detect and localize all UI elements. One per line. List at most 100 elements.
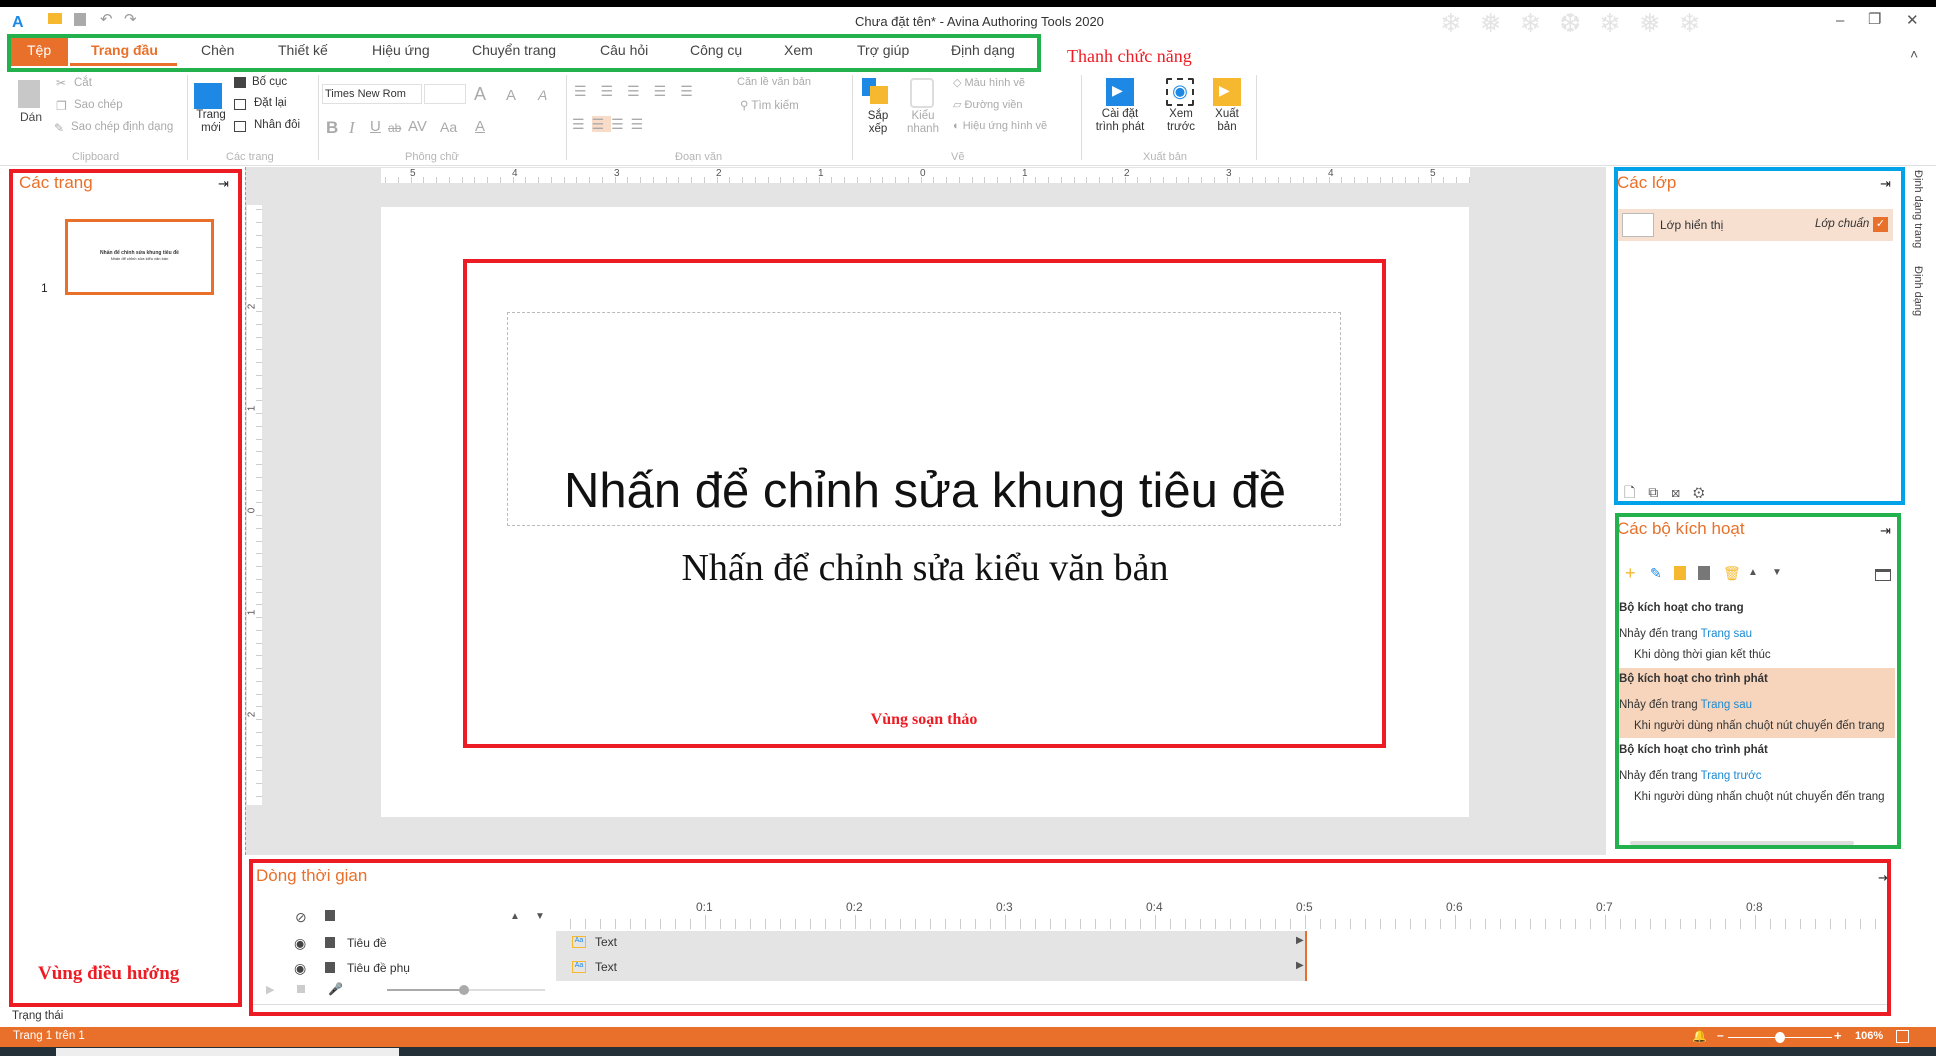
zoom-out-button[interactable]: – (1717, 1028, 1724, 1042)
ruler-tick (499, 177, 501, 183)
ribbon-annotation-label: Thanh chức năng (1067, 46, 1192, 66)
bold-button[interactable]: B (326, 118, 338, 138)
pages-group-label: Các trang (226, 151, 274, 163)
reset-button[interactable]: Đặt lại (254, 97, 287, 109)
minimize-button[interactable]: – (1836, 12, 1844, 29)
copy-button[interactable]: Sao chép (74, 99, 123, 111)
player-settings-button[interactable]: Cài đặt trình phát (1094, 108, 1146, 134)
paste-button[interactable]: Dán (20, 110, 42, 124)
quick-styles-button[interactable]: Kiểu nhanh (905, 110, 941, 136)
ruler-tick (385, 177, 386, 183)
ruler-tick (997, 177, 998, 183)
shrink-font-icon[interactable]: A (506, 87, 516, 104)
ruler-tick (525, 177, 527, 183)
ruler-tick (256, 731, 262, 733)
change-case-button[interactable]: Aa (440, 119, 457, 135)
shape-effects-button[interactable]: ◐ Hiệu ứng hình vẽ (953, 120, 1047, 132)
collapse-ribbon-button[interactable]: ˄ (1910, 46, 1918, 62)
horizontal-ruler[interactable]: 54321012345 (381, 168, 1470, 183)
ribbon-annotation-box (7, 34, 1041, 72)
ruler-tick (882, 177, 884, 183)
italic-button[interactable]: I (349, 118, 355, 138)
close-button[interactable]: ✕ (1906, 11, 1919, 29)
ruler-tick (397, 177, 399, 183)
ruler-tick (423, 177, 425, 183)
snowflake-decoration-icon: ❄❅❄❆❄❅❄ (1440, 8, 1719, 38)
ruler-tick (256, 425, 262, 427)
preview-button[interactable]: Xem trước (1164, 108, 1198, 134)
font-size-select[interactable] (424, 84, 466, 104)
outline-button[interactable]: ▱ Đường viền (953, 98, 1023, 111)
char-spacing-button[interactable]: AV (408, 118, 427, 135)
shape-fill-label: Màu hình vẽ (964, 77, 1026, 89)
save-icon[interactable] (74, 13, 86, 26)
ruler-tick (256, 489, 262, 491)
font-color-button[interactable]: A (475, 118, 485, 135)
ruler-label: 2 (246, 711, 258, 718)
ruler-tick (256, 693, 262, 695)
ruler-tick (1226, 177, 1228, 183)
side-tab-page-format[interactable]: Định dạng trang (1912, 170, 1924, 248)
ruler-tick (1430, 177, 1432, 183)
ruler-tick (256, 209, 262, 210)
taskbar-item[interactable] (56, 1048, 399, 1056)
vertical-ruler[interactable]: 2 1 0 1 2 (246, 205, 262, 805)
ruler-tick (474, 177, 476, 183)
find-button[interactable]: ⚲ Tìm kiếm (740, 98, 799, 112)
undo-icon[interactable]: ↶ (100, 10, 113, 28)
underline-button[interactable]: U (370, 118, 381, 135)
ruler-tick (1111, 177, 1113, 183)
format-painter-icon: ✎ (54, 121, 65, 135)
font-name-select[interactable]: Times New Rom (322, 84, 422, 104)
ruler-tick (256, 591, 262, 593)
redo-icon[interactable]: ↷ (124, 10, 137, 28)
ruler-tick (1035, 177, 1037, 183)
publish-button[interactable]: Xuất bản (1210, 108, 1244, 134)
ruler-tick (589, 177, 590, 183)
ruler-tick (678, 177, 680, 183)
ruler-tick (256, 527, 262, 529)
new-page-button[interactable]: Trang mới (194, 109, 228, 135)
ruler-tick (780, 177, 782, 183)
align-text-button[interactable]: Căn lề văn bản (737, 76, 811, 88)
ruler-tick (256, 234, 262, 236)
shape-fill-button[interactable]: ◇ Màu hình vẽ (953, 76, 1025, 89)
ruler-tick (844, 177, 845, 183)
duplicate-button[interactable]: Nhân đôi (254, 119, 300, 131)
ruler-tick (971, 177, 973, 183)
zoom-in-button[interactable]: + (1834, 1028, 1842, 1043)
publish-icon: ▶ (1213, 78, 1241, 106)
ruler-tick (793, 177, 794, 183)
open-icon[interactable] (48, 13, 62, 24)
ribbon-separator (852, 75, 853, 160)
side-tab-format[interactable]: Định dạng (1912, 266, 1924, 316)
ruler-tick (256, 336, 262, 338)
cut-button[interactable]: Cắt (74, 77, 92, 89)
list-buttons-icon[interactable]: ☰☰☰☰☰ (574, 83, 707, 100)
ruler-tick (1315, 177, 1317, 183)
app-logo-icon: A (12, 14, 24, 31)
arrange-button[interactable]: Sắp xếp (864, 110, 892, 136)
ruler-tick (256, 680, 262, 682)
strikethrough-button[interactable]: ab (388, 121, 401, 135)
zoom-slider[interactable] (1728, 1032, 1832, 1043)
zoom-slider-thumb[interactable] (1775, 1032, 1785, 1043)
ruler-tick (716, 177, 718, 183)
grow-font-icon[interactable]: A (474, 84, 486, 105)
ruler-tick (1162, 177, 1164, 183)
ruler-tick (640, 177, 641, 183)
fit-to-window-icon[interactable] (1896, 1030, 1909, 1043)
ruler-tick (665, 177, 667, 183)
ruler-tick (256, 566, 262, 567)
clear-format-icon[interactable]: A (538, 87, 547, 103)
align-buttons-icon[interactable]: ☰☰☰☰ (572, 116, 650, 133)
format-painter-button[interactable]: Sao chép định dạng (71, 121, 173, 133)
clipboard-group-label: Clipboard (72, 151, 120, 163)
notification-bell-icon[interactable]: 🔔 (1692, 1029, 1707, 1043)
maximize-button[interactable]: ❐ (1868, 10, 1881, 28)
layout-button[interactable]: Bố cục (252, 76, 287, 88)
ruler-tick (256, 438, 262, 440)
ruler-tick (256, 744, 262, 746)
ruler-tick (920, 177, 922, 183)
ruler-tick (256, 668, 262, 669)
